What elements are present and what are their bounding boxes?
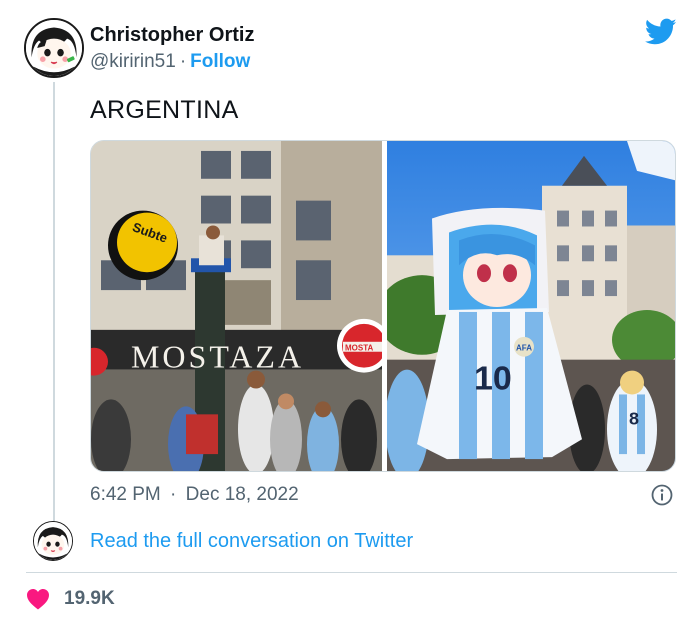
- author-handle[interactable]: @kiririn51: [90, 51, 176, 72]
- thread-line: [53, 82, 55, 522]
- author-handle-row: @kiririn51 · Follow: [90, 51, 250, 73]
- avatar-drawing-small: [34, 522, 72, 560]
- avatar-drawing: [26, 20, 82, 76]
- author-avatar[interactable]: [24, 18, 84, 78]
- tweet-date: Dec 18, 2022: [185, 484, 299, 505]
- tweet-timestamp[interactable]: 6:42 PM · Dec 18, 2022: [90, 484, 299, 506]
- like-count[interactable]: 19.9K: [64, 588, 115, 610]
- divider: [26, 572, 677, 573]
- heart-icon[interactable]: [26, 588, 50, 610]
- store-logo-text: MOSTA: [345, 344, 374, 353]
- store-name-text: MOSTAZA: [131, 340, 304, 375]
- reply-avatar[interactable]: [33, 521, 73, 561]
- author-name[interactable]: Christopher Ortiz: [90, 24, 254, 47]
- photo-street-celebration[interactable]: Subte MOSTAZA MOSTA: [91, 141, 382, 471]
- read-conversation-link[interactable]: Read the full conversation on Twitter: [90, 530, 413, 553]
- tweet-time: 6:42 PM: [90, 484, 161, 505]
- twitter-bird-icon[interactable]: [644, 18, 677, 46]
- jersey-number-small: 8: [629, 408, 639, 428]
- follow-link[interactable]: Follow: [190, 51, 250, 72]
- date-separator: ·: [170, 484, 177, 505]
- photo-anime-pillow[interactable]: 8 10 AFA: [387, 141, 675, 471]
- handle-separator: ·: [179, 51, 187, 72]
- tweet-text: ARGENTINA: [90, 96, 239, 124]
- afa-badge-text: AFA: [516, 344, 532, 353]
- jersey-number: 10: [474, 360, 512, 398]
- info-icon[interactable]: [651, 484, 673, 506]
- tweet-media[interactable]: Subte MOSTAZA MOSTA 8 10 AFA: [90, 140, 676, 472]
